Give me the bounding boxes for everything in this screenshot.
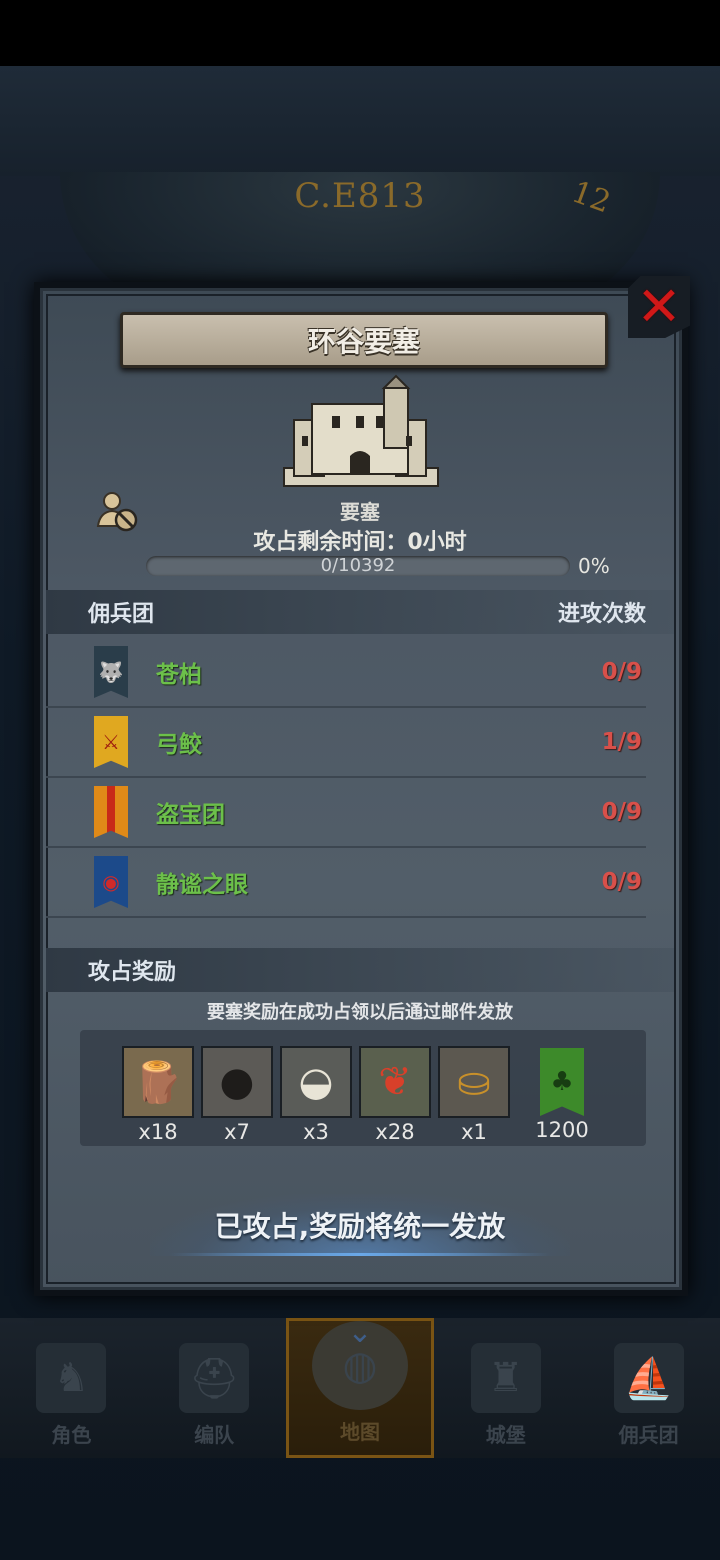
status-bar <box>0 0 720 66</box>
title-banner: 环谷要塞 <box>120 312 608 368</box>
reward-quantity: x18 <box>138 1120 178 1144</box>
captured-status-button[interactable]: 已攻占,奖励将统一发放 <box>150 1194 570 1256</box>
progress-text: 0/10392 <box>320 555 396 576</box>
nav-item-character[interactable]: ♞ 角色 <box>0 1318 143 1458</box>
castle-icon: ♜ <box>470 1343 541 1413</box>
nav-label: 城堡 <box>485 1423 526 1447</box>
reward-quantity: x28 <box>375 1120 415 1144</box>
nav-item-castle[interactable]: ♜ 城堡 <box>434 1318 577 1458</box>
attack-count: 1/9 <box>601 729 642 755</box>
reward-quantity: 1200 <box>535 1118 589 1142</box>
reward-note: 要塞奖励在成功占领以后通过邮件发放 <box>207 1002 513 1023</box>
stripe-emblem-icon <box>94 786 128 838</box>
nav-label: 编队 <box>194 1423 235 1447</box>
list-item[interactable]: 盗宝团 0/9 <box>46 778 646 848</box>
captured-status-label: 已攻占,奖励将统一发放 <box>214 1210 506 1243</box>
reward-item-berries[interactable]: ❦ x28 <box>359 1046 431 1144</box>
progress-percent: 0% <box>578 554 610 578</box>
berries-icon: ❦ <box>359 1046 431 1118</box>
list-item[interactable]: ◉ 静谧之眼 0/9 <box>46 848 646 918</box>
eye-emblem-icon: ◉ <box>94 856 128 908</box>
nav-label: 角色 <box>51 1423 92 1447</box>
knight-icon: ♞ <box>36 1343 107 1413</box>
list-item[interactable]: 🐺 苍柏 0/9 <box>46 638 646 708</box>
nav-item-map[interactable]: ⌄ ◍ 地图 <box>285 1315 435 1458</box>
mercenary-name: 盗宝团 <box>156 802 225 828</box>
reward-header-label: 攻占奖励 <box>88 960 177 985</box>
reward-quantity: x3 <box>303 1120 329 1144</box>
reward-item-guild-points[interactable]: ♣ 1200 <box>522 1046 602 1142</box>
nav-label: 佣兵团 <box>618 1423 679 1447</box>
mercenary-list: 🐺 苍柏 0/9 ⚔ 弓鲛 1/9 盗宝团 0/9 ◉ 静谧之眼 0/9 <box>46 638 646 918</box>
close-button[interactable]: ✕ <box>628 276 690 338</box>
capture-progress-bar: 0/10392 <box>146 556 570 576</box>
sword-emblem-icon: ⚔ <box>94 716 128 768</box>
nav-item-mercenary[interactable]: ⛵ 佣兵团 <box>577 1318 720 1458</box>
helmet-coin-icon: ⛀ <box>438 1046 510 1118</box>
wood-icon: 🪵 <box>122 1046 194 1118</box>
attack-count: 0/9 <box>601 799 642 825</box>
tree-banner-icon: ♣ <box>540 1048 584 1116</box>
attack-count: 0/9 <box>601 659 642 685</box>
mercenary-name: 苍柏 <box>156 662 202 688</box>
list-item[interactable]: ⚔ 弓鲛 1/9 <box>46 708 646 778</box>
salt-bowl-icon: ◒ <box>280 1046 352 1118</box>
building-type-label: 要塞 <box>340 500 380 524</box>
mercenary-name: 静谧之眼 <box>156 872 248 898</box>
year-label: C.E813 <box>294 176 426 216</box>
close-icon: ✕ <box>636 275 682 338</box>
background-top-frame <box>0 66 720 176</box>
helmet-icon: ⛑ <box>179 1343 250 1413</box>
chevron-down-icon: ⌄ <box>347 1315 373 1350</box>
reward-item-truffle[interactable]: ● x7 <box>201 1046 273 1144</box>
reward-quantity: x1 <box>461 1120 487 1144</box>
fortress-icon <box>283 374 439 487</box>
mercenary-name: 弓鲛 <box>156 732 202 758</box>
remaining-time-label: 攻占剩余时间：0小时 <box>253 530 467 555</box>
reward-section-header: 攻占奖励 <box>46 948 674 992</box>
nav-item-formation[interactable]: ⛑ 编队 <box>143 1318 286 1458</box>
wolf-emblem-icon: 🐺 <box>94 646 128 698</box>
ship-icon: ⛵ <box>613 1343 684 1413</box>
mercenary-header-label: 佣兵团 <box>88 602 155 627</box>
dialog-title: 环谷要塞 <box>307 325 420 358</box>
reward-item-salt[interactable]: ◒ x3 <box>280 1046 352 1144</box>
attack-count-header-label: 进攻次数 <box>557 602 646 627</box>
bottom-navigation: ♞ 角色 ⛑ 编队 ⌄ ◍ 地图 ♜ 城堡 ⛵ 佣兵团 <box>0 1315 720 1458</box>
attack-count: 0/9 <box>601 869 642 895</box>
mercenary-section-header: 佣兵团 进攻次数 <box>46 590 674 634</box>
reward-quantity: x7 <box>224 1120 250 1144</box>
truffle-icon: ● <box>201 1046 273 1118</box>
reward-item-helmet-coin[interactable]: ⛀ x1 <box>438 1046 510 1144</box>
nav-label: 地图 <box>339 1420 380 1444</box>
reward-item-wood[interactable]: 🪵 x18 <box>122 1046 194 1144</box>
